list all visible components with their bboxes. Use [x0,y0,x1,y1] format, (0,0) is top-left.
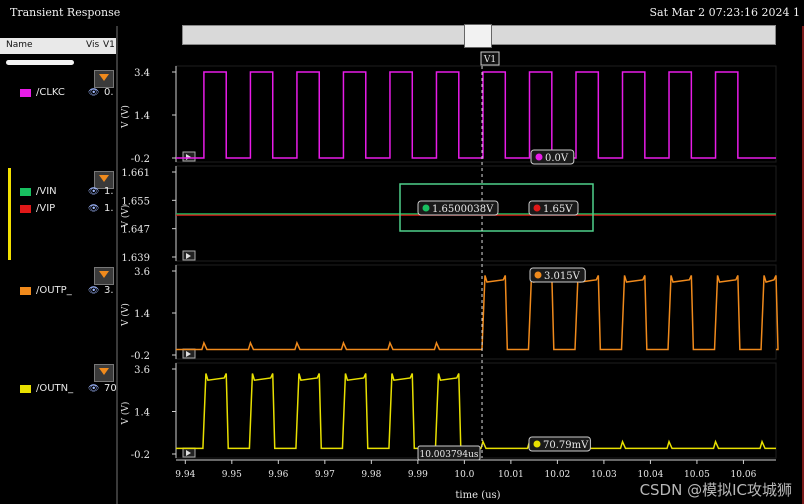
vin-marker-label: 1.6500038V [432,204,494,215]
plot-frame [175,65,777,163]
y-tick-label: 3.6 [134,267,150,278]
y-tick-label: 1.4 [134,408,150,419]
vip-marker-label: 1.65V [543,204,573,215]
outn-marker-label: 70.79mV [543,440,589,451]
outn-marker-dot [533,440,541,448]
x-tick-label: 10.03 [591,470,617,480]
x-tick-label: 9.94 [175,470,195,480]
clkc-marker-label: 0.0V [545,153,569,164]
y-tick-label: 1.639 [121,253,150,264]
y-axis-label: V (V) [120,303,131,327]
x-tick-label: 10.02 [545,470,571,480]
waveform-chart: 3.41.4-0.2V (V)1.6611.6551.6471.639V (V)… [120,51,779,501]
marker-name: V1 [483,55,496,65]
vip-marker-dot [533,204,541,212]
series-line-OUTP [176,275,779,351]
x-tick-label: 10.01 [498,470,524,480]
marker-x-label: 10.003794us [419,450,478,460]
y-tick-label: -0.2 [131,351,150,362]
y-tick-label: 1.661 [121,168,150,179]
outp-marker-label: 3.015V [544,271,581,282]
x-tick-label: 9.96 [268,470,288,480]
y-tick-label: -0.2 [131,154,150,165]
x-tick-label: 9.95 [222,470,242,480]
y-axis-label: V (V) [120,402,131,426]
plot-frame [175,264,777,360]
x-tick-label: 9.97 [315,470,335,480]
y-tick-label: 3.4 [134,68,150,79]
x-tick-label: 9.99 [408,470,428,480]
clkc-marker-dot [535,153,543,161]
y-tick-label: -0.2 [131,450,150,461]
x-tick-label: 10.0 [454,470,474,480]
x-axis-label: time (us) [455,490,500,501]
vin-marker-dot [422,204,430,212]
y-tick-label: 1.4 [134,111,150,122]
outp-marker-dot [534,271,542,279]
series-line-OUTN [176,373,776,450]
y-axis-label: V (V) [120,105,131,129]
plot-frame [175,362,777,459]
y-tick-label: 1.4 [134,309,150,320]
y-tick-label: 3.6 [134,365,150,376]
x-tick-label: 9.98 [361,470,381,480]
y-axis-label: V (V) [120,205,131,229]
series-line-CLKC [176,71,776,159]
watermark: CSDN @模拟IC攻城狮 [639,481,792,499]
